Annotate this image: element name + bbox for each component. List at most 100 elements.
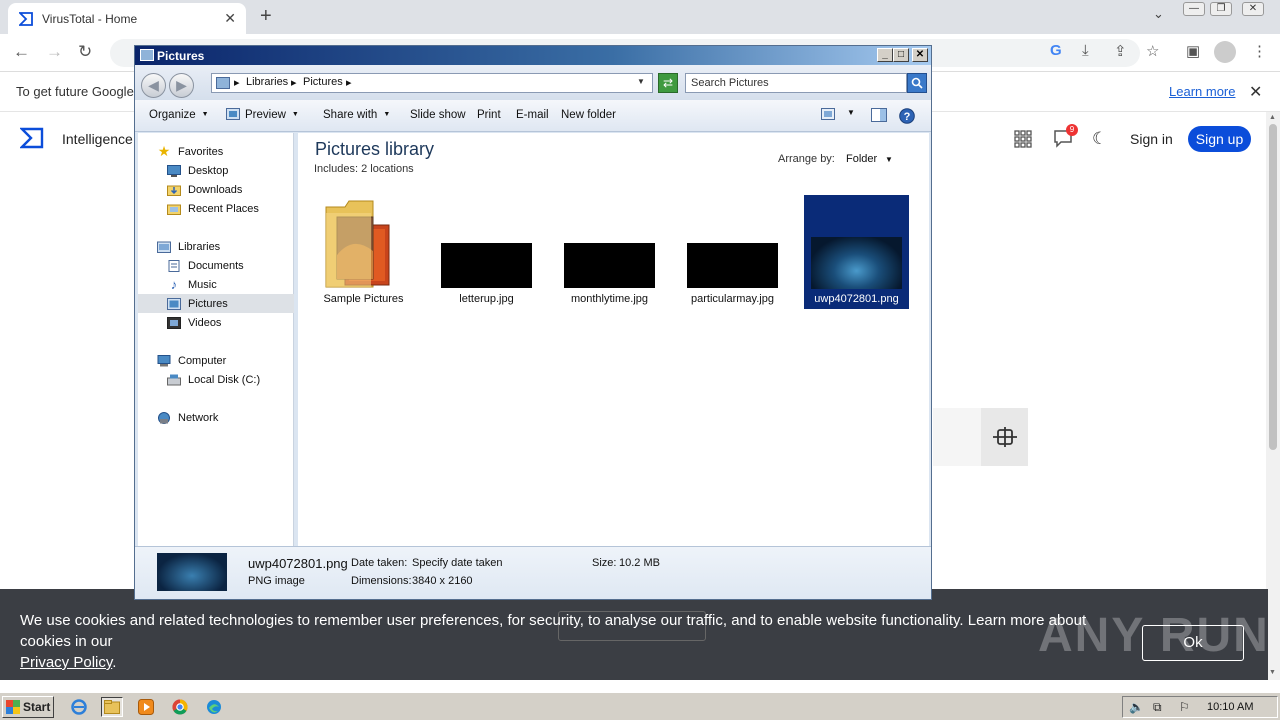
arrange-by-value[interactable]: Folder bbox=[846, 153, 877, 165]
tab-search-chevron-icon[interactable]: ⌄ bbox=[1153, 6, 1164, 22]
chrome-menu-icon[interactable]: ⋮ bbox=[1252, 42, 1267, 60]
media-player-icon[interactable] bbox=[135, 697, 157, 717]
library-title: Pictures library bbox=[315, 139, 435, 159]
refresh-icon[interactable]: ⇄ bbox=[658, 73, 678, 93]
minimize-window-button[interactable]: — bbox=[1183, 2, 1205, 16]
forward-arrow-icon[interactable]: → bbox=[46, 42, 63, 62]
help-icon[interactable]: ? bbox=[899, 108, 915, 127]
edge-taskbar-icon[interactable] bbox=[203, 697, 225, 717]
explorer-close-button[interactable]: ✕ bbox=[912, 48, 928, 62]
back-arrow-icon[interactable]: ← bbox=[13, 42, 30, 62]
dark-mode-moon-icon[interactable]: ☾ bbox=[1092, 129, 1107, 149]
explorer-search-input[interactable]: Search Pictures bbox=[685, 73, 907, 93]
scroll-up-icon[interactable]: ▲ bbox=[1269, 114, 1276, 121]
intelligence-link[interactable]: Intelligence bbox=[62, 131, 133, 147]
tab-close-icon[interactable]: ✕ bbox=[224, 10, 236, 27]
apps-grid-icon[interactable] bbox=[1014, 130, 1032, 151]
nav-pictures[interactable]: Pictures bbox=[138, 294, 294, 313]
page-vertical-scrollbar[interactable]: ▲ ▼ bbox=[1266, 112, 1280, 680]
explorer-back-icon[interactable]: ◀ bbox=[141, 73, 166, 98]
details-date-taken-label: Date taken: bbox=[351, 557, 408, 569]
anyrun-watermark: ANY RUN bbox=[1038, 609, 1270, 662]
file-item-uwp4072801-selected[interactable]: uwp4072801.png bbox=[804, 195, 909, 309]
image-thumbnail bbox=[441, 243, 532, 288]
side-panel-icon[interactable]: ▣ bbox=[1186, 42, 1200, 60]
breadcrumb-arrow-icon[interactable]: ▸ bbox=[291, 76, 297, 89]
image-thumbnail bbox=[687, 243, 778, 288]
locations-link[interactable]: 2 locations bbox=[361, 163, 414, 175]
explorer-title-bar[interactable]: Pictures _ □ ✕ bbox=[135, 46, 931, 65]
nav-computer[interactable]: Computer bbox=[156, 351, 312, 370]
scroll-down-icon[interactable]: ▼ bbox=[1269, 669, 1276, 676]
change-view-icon[interactable] bbox=[821, 108, 835, 123]
start-label: Start bbox=[23, 700, 51, 714]
preview-pane-icon[interactable] bbox=[871, 108, 887, 125]
nav-libraries[interactable]: Libraries bbox=[156, 237, 312, 256]
adjust-width-button[interactable] bbox=[981, 408, 1028, 466]
details-size-value: 10.2 MB bbox=[619, 557, 660, 569]
google-g-icon[interactable]: G bbox=[1050, 42, 1062, 59]
explorer-taskbar-icon[interactable] bbox=[101, 697, 123, 717]
libraries-icon bbox=[156, 240, 172, 254]
action-center-flag-icon[interactable]: ⚐ bbox=[1179, 700, 1190, 714]
windows-taskbar: Start 🔈 ⧉ ⚐ 10:10 AM bbox=[0, 692, 1280, 720]
close-window-button[interactable]: ✕ bbox=[1242, 2, 1264, 16]
file-item-monthlytime[interactable]: monthlytime.jpg bbox=[557, 195, 662, 309]
privacy-policy-link[interactable]: Privacy Policy bbox=[20, 654, 112, 671]
slide-show-button[interactable]: Slide show bbox=[410, 109, 466, 121]
arrange-by-chevron-icon[interactable]: ▼ bbox=[885, 155, 893, 164]
virustotal-logo-icon[interactable] bbox=[19, 127, 44, 152]
internet-explorer-icon[interactable] bbox=[68, 697, 90, 717]
reload-icon[interactable]: ↻ bbox=[78, 42, 92, 62]
start-button[interactable]: Start bbox=[2, 696, 54, 718]
print-button[interactable]: Print bbox=[477, 109, 501, 121]
organize-button[interactable]: Organize ▼ bbox=[149, 109, 209, 121]
share-with-button[interactable]: Share with ▼ bbox=[323, 109, 390, 121]
preview-button[interactable]: Preview ▼ bbox=[245, 109, 299, 121]
search-panel-fragment bbox=[933, 408, 981, 466]
explorer-forward-icon[interactable]: ▶ bbox=[169, 73, 194, 98]
address-history-chevron-icon[interactable]: ▼ bbox=[637, 77, 645, 86]
image-thumbnail bbox=[564, 243, 655, 288]
explorer-address-bar[interactable]: ▸ Libraries ▸ Pictures ▸ ▼ bbox=[211, 73, 653, 93]
file-item-sample-pictures[interactable]: Sample Pictures bbox=[311, 195, 416, 309]
restore-window-button[interactable]: ❐ bbox=[1210, 2, 1232, 16]
browser-tab-strip: VirusTotal - Home ✕ + ⌄ — ❐ ✕ bbox=[0, 0, 1280, 34]
browser-tab-virustotal[interactable]: VirusTotal - Home ✕ bbox=[8, 3, 246, 34]
explorer-maximize-button[interactable]: □ bbox=[893, 48, 909, 62]
breadcrumb-libraries[interactable]: Libraries bbox=[246, 76, 288, 88]
library-address-icon bbox=[216, 77, 230, 89]
share-icon[interactable]: ⇪ bbox=[1114, 42, 1127, 60]
details-date-taken-value[interactable]: Specify date taken bbox=[412, 557, 503, 569]
network-tray-icon[interactable]: ⧉ bbox=[1153, 700, 1162, 715]
sign-up-button[interactable]: Sign up bbox=[1188, 126, 1251, 152]
sign-in-link[interactable]: Sign in bbox=[1130, 131, 1173, 147]
search-icon[interactable] bbox=[907, 73, 927, 93]
taskbar-clock[interactable]: 10:10 AM bbox=[1207, 701, 1253, 713]
breadcrumb-pictures[interactable]: Pictures bbox=[303, 76, 343, 88]
view-options-chevron-icon[interactable]: ▼ bbox=[847, 108, 855, 117]
file-item-particularmay[interactable]: particularmay.jpg bbox=[680, 195, 785, 309]
virustotal-favicon-icon bbox=[18, 11, 34, 27]
breadcrumb-arrow-icon[interactable]: ▸ bbox=[234, 76, 240, 89]
file-label: uwp4072801.png bbox=[814, 293, 899, 305]
infobar-close-icon[interactable]: ✕ bbox=[1249, 82, 1262, 102]
chrome-taskbar-icon[interactable] bbox=[169, 697, 191, 717]
file-label: monthlytime.jpg bbox=[570, 293, 649, 305]
volume-icon[interactable]: 🔈 bbox=[1129, 700, 1144, 714]
profile-avatar-icon[interactable] bbox=[1214, 41, 1236, 63]
nav-favorites[interactable]: ★ Favorites bbox=[156, 142, 312, 161]
details-filename: uwp4072801.png bbox=[248, 556, 348, 571]
file-item-letterup[interactable]: letterup.jpg bbox=[434, 195, 539, 309]
new-folder-button[interactable]: New folder bbox=[561, 109, 616, 121]
bookmark-star-icon[interactable]: ☆ bbox=[1146, 42, 1159, 60]
learn-more-link[interactable]: Learn more bbox=[1169, 84, 1235, 99]
notification-badge: 9 bbox=[1066, 124, 1078, 136]
email-button[interactable]: E-mail bbox=[516, 109, 549, 121]
nav-network[interactable]: Network bbox=[156, 408, 312, 427]
breadcrumb-arrow-icon[interactable]: ▸ bbox=[346, 76, 352, 89]
scrollbar-thumb[interactable] bbox=[1269, 124, 1277, 450]
explorer-minimize-button[interactable]: _ bbox=[877, 48, 893, 62]
new-tab-button[interactable]: + bbox=[260, 5, 272, 28]
install-app-icon[interactable]: ⤓ bbox=[1082, 42, 1089, 59]
